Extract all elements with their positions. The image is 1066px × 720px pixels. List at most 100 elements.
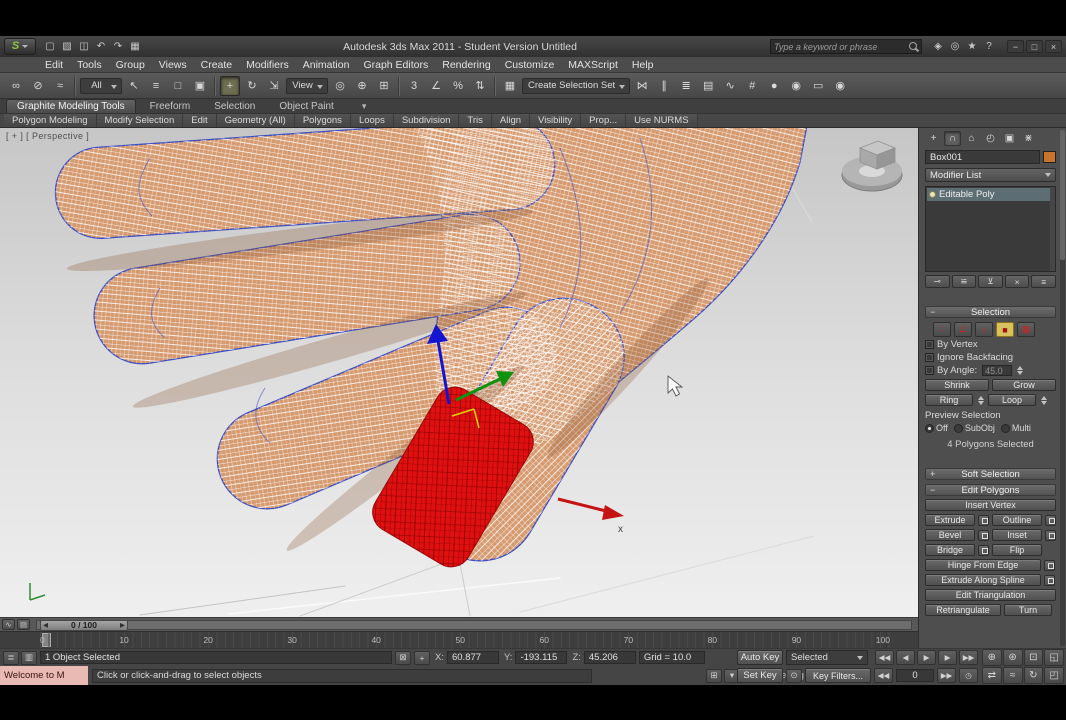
- menu-customize[interactable]: Customize: [498, 59, 562, 71]
- search-icon[interactable]: [909, 42, 917, 50]
- ribbon-panel-subdivision[interactable]: Subdivision: [393, 114, 460, 127]
- layer-manager-icon[interactable]: ≣: [676, 76, 696, 96]
- ribbon-minimize-icon[interactable]: ▾: [362, 101, 367, 112]
- unlink-selection-icon[interactable]: ⊘: [28, 76, 48, 96]
- maximize-viewport-button[interactable]: ◰: [1044, 667, 1064, 684]
- ribbon-panel-polygon-modeling[interactable]: Polygon Modeling: [4, 114, 97, 127]
- ring-button[interactable]: Ring: [925, 394, 973, 406]
- make-unique-icon[interactable]: ⊻: [978, 275, 1003, 288]
- key-mode-dropdown[interactable]: Selected: [786, 650, 868, 665]
- menu-maxscript[interactable]: MAXScript: [561, 59, 625, 71]
- ignore-backfacing-checkbox[interactable]: Ignore Backfacing: [925, 352, 1056, 363]
- rollout-header-soft-selection[interactable]: + Soft Selection: [925, 468, 1056, 480]
- extrude-button[interactable]: Extrude: [925, 514, 975, 526]
- track-bar[interactable]: 0 10 20 30 40 50 60 70 80 90 100: [0, 631, 918, 648]
- zoom-region-button[interactable]: ◱: [1044, 649, 1064, 666]
- perspective-viewport[interactable]: x [ + ] [ Perspective]: [0, 128, 918, 617]
- z-coordinate-field[interactable]: 45.206: [583, 651, 636, 664]
- bridge-settings-button[interactable]: [978, 544, 989, 556]
- save-file-icon[interactable]: ◫: [76, 39, 92, 54]
- zoom-all-button[interactable]: ⊛: [1002, 649, 1023, 666]
- time-configuration-button[interactable]: ◷: [959, 668, 978, 683]
- rollout-header-selection[interactable]: − Selection: [925, 306, 1056, 318]
- selection-filter-dropdown[interactable]: All: [80, 77, 122, 94]
- outline-button[interactable]: Outline: [992, 514, 1042, 526]
- modifier-stack[interactable]: Editable Poly: [925, 186, 1056, 272]
- show-end-result-icon[interactable]: ≌: [951, 275, 977, 288]
- modifier-list-dropdown[interactable]: Modifier List: [925, 168, 1056, 182]
- scrollbar-thumb[interactable]: [1060, 130, 1065, 260]
- select-and-rotate-icon[interactable]: ↻: [242, 76, 262, 96]
- loop-button[interactable]: Loop: [988, 394, 1036, 406]
- extrude-along-spline-settings-button[interactable]: [1044, 574, 1055, 586]
- ribbon-panel-modify-selection[interactable]: Modify Selection: [96, 114, 184, 127]
- ring-spinner[interactable]: [976, 395, 985, 406]
- help-icon[interactable]: ?: [981, 39, 997, 54]
- angle-spinner[interactable]: [1015, 365, 1024, 376]
- time-slider-handle[interactable]: ◀ 0 / 100 ▶: [40, 619, 128, 631]
- ribbon-panel-loops[interactable]: Loops: [350, 114, 394, 127]
- previous-key-arrow[interactable]: ◀: [43, 621, 48, 629]
- utilities-tab-icon[interactable]: ⋇: [1020, 131, 1037, 146]
- subscription-icon[interactable]: ◈: [930, 39, 946, 54]
- angle-snap-toggle-icon[interactable]: ∠: [426, 76, 446, 96]
- tab-graphite-modeling-tools[interactable]: Graphite Modeling Tools: [6, 99, 136, 113]
- grow-button[interactable]: Grow: [992, 379, 1056, 391]
- viewport-canvas[interactable]: x: [0, 128, 918, 617]
- curve-editor-icon[interactable]: ∿: [720, 76, 740, 96]
- extrude-settings-button[interactable]: [978, 514, 989, 526]
- project-folder-icon[interactable]: ▦: [127, 39, 143, 54]
- time-tag-icon[interactable]: ⊞: [706, 668, 722, 683]
- outline-settings-button[interactable]: [1045, 514, 1056, 526]
- menu-group[interactable]: Group: [109, 59, 152, 71]
- select-and-manipulate-icon[interactable]: ⊕: [352, 76, 372, 96]
- menu-graph-editors[interactable]: Graph Editors: [356, 59, 435, 71]
- schematic-view-icon[interactable]: #: [742, 76, 762, 96]
- go-to-start-button[interactable]: ◀◀: [875, 650, 894, 665]
- ribbon-panel-use-nurms[interactable]: Use NURMS: [626, 114, 698, 127]
- snaps-toggle-icon[interactable]: 3: [404, 76, 424, 96]
- object-name-field[interactable]: Box001: [925, 150, 1040, 164]
- open-mini-curve-editor-button[interactable]: ∿: [2, 619, 15, 630]
- key-step-back-button[interactable]: ◀◀: [874, 668, 893, 683]
- material-editor-icon[interactable]: ●: [764, 76, 784, 96]
- x-coordinate-field[interactable]: 60.877: [446, 651, 499, 664]
- mirror-icon[interactable]: ⋈: [632, 76, 652, 96]
- minimize-button[interactable]: −: [1007, 40, 1024, 53]
- current-frame-field[interactable]: 0: [896, 669, 934, 682]
- modifier-stack-item-editable-poly[interactable]: Editable Poly: [927, 188, 1054, 201]
- undo-icon[interactable]: ↶: [93, 39, 109, 54]
- graphite-ribbon-toggle-icon[interactable]: ▤: [698, 76, 718, 96]
- timeline-config-icon[interactable]: ▤: [17, 619, 30, 630]
- create-tab-icon[interactable]: +: [925, 131, 942, 146]
- bevel-button[interactable]: Bevel: [925, 529, 975, 541]
- visibility-bulb-icon[interactable]: [929, 191, 936, 198]
- angle-value-field[interactable]: 45.0: [982, 365, 1013, 376]
- command-panel-scrollbar[interactable]: [1060, 130, 1065, 646]
- ribbon-panel-polygons[interactable]: Polygons: [294, 114, 351, 127]
- go-to-end-button[interactable]: ▶▶: [959, 650, 978, 665]
- close-button[interactable]: ×: [1045, 40, 1062, 53]
- retriangulate-button[interactable]: Retriangulate: [925, 604, 1001, 616]
- selection-region-icon[interactable]: □: [168, 76, 188, 96]
- key-filters-button[interactable]: Key Filters...: [805, 668, 871, 683]
- menu-tools[interactable]: Tools: [70, 59, 109, 71]
- shrink-button[interactable]: Shrink: [925, 379, 989, 391]
- auto-key-button[interactable]: Auto Key: [737, 650, 783, 665]
- render-setup-icon[interactable]: ◉: [786, 76, 806, 96]
- ribbon-panel-tris[interactable]: Tris: [459, 114, 492, 127]
- ribbon-panel-properties[interactable]: Prop...: [581, 114, 627, 127]
- render-production-icon[interactable]: ◉: [830, 76, 850, 96]
- select-and-move-icon[interactable]: +: [220, 75, 240, 96]
- motion-tab-icon[interactable]: ◴: [982, 131, 999, 146]
- remove-modifier-icon[interactable]: ×: [1004, 275, 1030, 288]
- rollout-header-edit-polygons[interactable]: − Edit Polygons: [925, 484, 1056, 496]
- inset-settings-button[interactable]: [1045, 529, 1056, 541]
- select-object-icon[interactable]: ↖: [124, 76, 144, 96]
- y-coordinate-field[interactable]: -193.115: [515, 651, 568, 664]
- loop-spinner[interactable]: [1039, 395, 1048, 406]
- insert-vertex-button[interactable]: Insert Vertex: [925, 499, 1056, 511]
- hinge-settings-button[interactable]: [1044, 559, 1055, 571]
- menu-modifiers[interactable]: Modifiers: [239, 59, 296, 71]
- keyboard-shortcut-override-icon[interactable]: ⊞: [374, 76, 394, 96]
